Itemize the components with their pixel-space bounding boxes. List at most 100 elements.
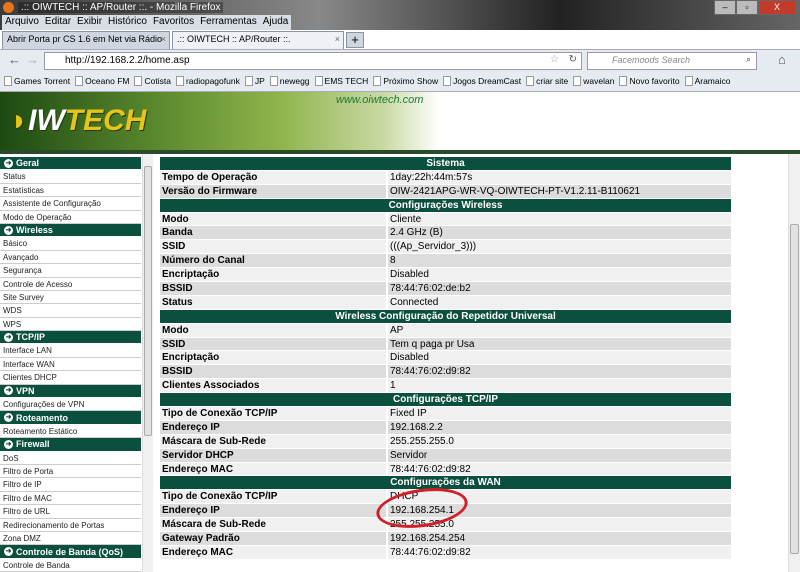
- row-value: Disabled: [388, 351, 731, 366]
- forward-icon[interactable]: →: [26, 52, 39, 67]
- bookmark-item[interactable]: Games Torrent: [4, 75, 70, 87]
- bookmark-icon: [314, 76, 323, 86]
- bookmark-item[interactable]: JP: [244, 75, 265, 87]
- table-row: SSID (((Ap_Servidor_3))): [160, 240, 731, 255]
- sidebar-section-4[interactable]: ➜ Roteamento: [0, 411, 141, 425]
- sidebar-scrollbar[interactable]: [142, 154, 153, 572]
- sidebar-section-0[interactable]: ➜ Geral: [0, 157, 141, 171]
- bookmark-label: Cotista: [144, 76, 171, 86]
- arrow-right-icon: ➜: [4, 386, 13, 396]
- menu-item-ferramentas[interactable]: Ferramentas: [200, 16, 257, 29]
- sidebar-item[interactable]: Interface LAN: [0, 344, 141, 358]
- row-value: Fixed IP: [388, 407, 731, 421]
- sidebar-item[interactable]: WPS: [0, 318, 141, 332]
- table-row: Encriptação Disabled: [160, 351, 731, 366]
- sidebar-item[interactable]: Redirecionamento de Portas: [0, 519, 141, 532]
- menu-item-ajuda[interactable]: Ajuda: [263, 16, 289, 29]
- bookmark-item[interactable]: EMS TECH: [314, 75, 368, 87]
- arrow-right-icon: ➜: [4, 413, 13, 423]
- page-scrollbar[interactable]: [788, 154, 800, 572]
- bookmark-item[interactable]: radiopagofunk: [175, 75, 240, 87]
- menu-item-histórico[interactable]: Histórico: [108, 16, 147, 29]
- row-value: 78:44:76:02:de:b2: [388, 282, 731, 296]
- reload-icon[interactable]: ↻: [569, 54, 577, 65]
- bookmark-item[interactable]: newegg: [269, 75, 310, 87]
- row-value: Tem q paga pr Usa: [388, 337, 731, 352]
- bookmark-label: radiopagofunk: [185, 76, 240, 86]
- search-placeholder: Facemoods Search: [612, 55, 691, 65]
- sidebar-item[interactable]: Filtro de URL: [0, 505, 141, 519]
- bookmark-label: criar site: [536, 76, 569, 86]
- sidebar-item[interactable]: Segurança: [0, 264, 141, 278]
- row-value: Connected: [388, 295, 731, 310]
- sidebar-item[interactable]: Status: [0, 170, 141, 184]
- sidebar-section-2[interactable]: ➜ TCP/IP: [0, 331, 141, 345]
- minimize-button[interactable]: –: [714, 0, 736, 15]
- bookmark-star-icon[interactable]: ☆: [550, 54, 559, 65]
- tab-abrir-porta[interactable]: Abrir Porta pr CS 1.6 em Net via Rádio ×: [2, 31, 170, 49]
- menu-item-favoritos[interactable]: Favoritos: [153, 16, 194, 29]
- sidebar-item[interactable]: Filtro de IP: [0, 478, 141, 492]
- sidebar-section-1[interactable]: ➜ Wireless: [0, 223, 141, 238]
- sidebar-item[interactable]: Configurações de VPN: [0, 398, 141, 412]
- bookmark-item[interactable]: Oceano FM: [75, 75, 129, 87]
- bookmark-item[interactable]: Cotista: [134, 75, 171, 87]
- close-tab-icon[interactable]: ×: [335, 34, 340, 44]
- tab-oiwtech[interactable]: .:: OIWTECH :: AP/Router ::. ×: [172, 31, 344, 49]
- row-label: Máscara de Sub-Rede: [160, 434, 388, 449]
- row-label: Modo: [160, 212, 388, 227]
- sidebar-section-6[interactable]: ➜ Controle de Banda (QoS): [0, 545, 141, 559]
- bookmark-label: wavelan: [583, 76, 615, 86]
- bookmark-item[interactable]: wavelan: [573, 75, 614, 87]
- table-row: Modo Cliente: [160, 212, 731, 227]
- sidebar-item[interactable]: Controle de Banda: [0, 559, 141, 572]
- sidebar-item[interactable]: Modo de Operação: [0, 211, 141, 224]
- bookmark-item[interactable]: Próximo Show: [373, 75, 438, 87]
- sidebar-item[interactable]: Filtro de MAC: [0, 492, 141, 506]
- close-tab-icon[interactable]: ×: [161, 34, 166, 44]
- sidebar-item[interactable]: Controle de Acesso: [0, 278, 141, 291]
- bookmark-icon: [134, 76, 143, 86]
- table-row: Encriptação Disabled: [160, 268, 731, 283]
- row-label: Encriptação: [160, 351, 388, 366]
- sidebar-section-5[interactable]: ➜ Firewall: [0, 438, 141, 452]
- menu-item-arquivo[interactable]: Arquivo: [5, 16, 39, 29]
- sidebar-item[interactable]: WDS: [0, 304, 141, 318]
- menu-item-exibir[interactable]: Exibir: [77, 16, 102, 29]
- sidebar-item[interactable]: Site Survey: [0, 291, 141, 305]
- bookmark-item[interactable]: Jogos DreamCast: [443, 75, 521, 87]
- sidebar-item[interactable]: Interface WAN: [0, 358, 141, 372]
- menu-item-editar[interactable]: Editar: [45, 16, 71, 29]
- home-icon[interactable]: ⌂: [778, 52, 786, 67]
- maximize-button[interactable]: ▫: [736, 0, 758, 15]
- back-icon[interactable]: ←: [8, 52, 21, 67]
- bookmark-item[interactable]: Aramaico: [684, 75, 730, 87]
- row-value: 2.4 GHz (B): [388, 226, 731, 241]
- new-tab-button[interactable]: +: [346, 32, 364, 48]
- tab-label: .:: OIWTECH :: AP/Router ::.: [177, 34, 291, 44]
- url-input[interactable]: http://192.168.2.2/home.asp ☆ ↻: [44, 52, 582, 70]
- sidebar-item[interactable]: Clientes DHCP: [0, 371, 141, 385]
- site-url: www.oiwtech.com: [336, 94, 424, 106]
- sidebar-item[interactable]: Básico: [0, 237, 141, 251]
- sidebar-item[interactable]: Assistente de Configuração: [0, 197, 141, 211]
- sidebar-item[interactable]: Estatísticas: [0, 184, 141, 198]
- sidebar-item[interactable]: Filtro de Porta: [0, 465, 141, 479]
- row-value: AP: [388, 323, 731, 338]
- firefox-icon: [3, 2, 14, 13]
- search-icon[interactable]: ⌕: [746, 54, 751, 65]
- sidebar-section-3[interactable]: ➜ VPN: [0, 384, 141, 399]
- close-button[interactable]: X: [758, 0, 796, 15]
- tab-label: Abrir Porta pr CS 1.6 em Net via Rádio: [7, 34, 163, 44]
- table-row: SSID Tem q paga pr Usa: [160, 337, 731, 352]
- row-value: 1: [388, 379, 731, 394]
- bookmark-icon: [269, 76, 278, 86]
- bookmark-item[interactable]: criar site: [526, 75, 568, 87]
- row-value: 192.168.2.2: [388, 420, 731, 435]
- sidebar-item[interactable]: DoS: [0, 452, 141, 465]
- bookmark-item[interactable]: Novo favorito: [619, 75, 680, 87]
- sidebar-item[interactable]: Avançado: [0, 251, 141, 265]
- sidebar-item[interactable]: Zona DMZ: [0, 532, 141, 546]
- sidebar-item[interactable]: Roteamento Estático: [0, 425, 141, 439]
- search-input[interactable]: Facemoods Search ⌕: [587, 52, 757, 70]
